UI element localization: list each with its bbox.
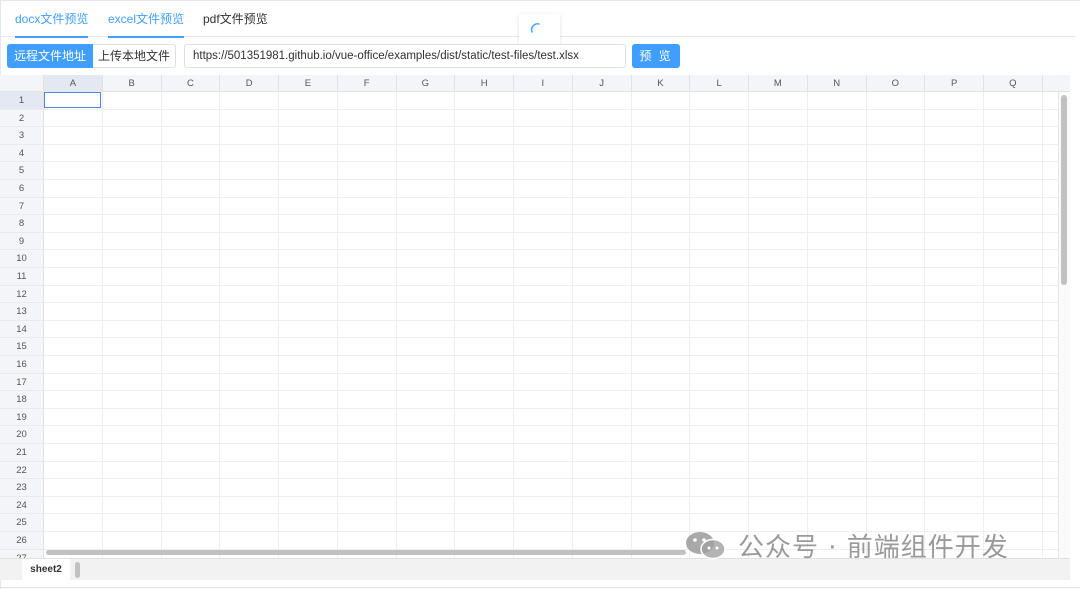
tab-pdf[interactable]: pdf文件预览	[203, 2, 268, 37]
row-header-27[interactable]: 27	[0, 550, 43, 558]
grid-row-line	[44, 231, 1058, 233]
row-header-24[interactable]: 24	[0, 497, 43, 515]
upload-local-button[interactable]: 上传本地文件	[93, 44, 176, 68]
row-header-10[interactable]: 10	[0, 250, 43, 268]
grid-row-line	[44, 372, 1058, 374]
row-header-22[interactable]: 22	[0, 462, 43, 480]
grid-row-line	[44, 513, 1058, 515]
row-header-14[interactable]: 14	[0, 321, 43, 339]
row-header-26[interactable]: 26	[0, 532, 43, 550]
grid-row-line	[44, 460, 1058, 462]
row-header-2[interactable]: 2	[0, 110, 43, 128]
row-header-20[interactable]: 20	[0, 426, 43, 444]
cell-grid[interactable]	[44, 92, 1058, 558]
column-header-f[interactable]: F	[338, 75, 397, 92]
tab-excel[interactable]: excel文件预览	[108, 2, 185, 38]
row-header-4[interactable]: 4	[0, 145, 43, 163]
select-all-corner[interactable]	[0, 75, 44, 92]
remote-url-button[interactable]: 远程文件地址	[7, 44, 93, 68]
grid-row-line	[44, 355, 1058, 356]
row-header-17[interactable]: 17	[0, 374, 43, 392]
column-header-l[interactable]: L	[690, 75, 749, 92]
row-header-23[interactable]: 23	[0, 479, 43, 497]
column-header-b[interactable]: B	[103, 75, 162, 92]
sheet-tab-sheet2[interactable]: sheet2	[22, 559, 70, 580]
row-header-21[interactable]: 21	[0, 444, 43, 462]
selected-cell[interactable]	[44, 92, 101, 108]
grid-row-line	[44, 161, 1058, 163]
wechat-icon	[686, 532, 726, 560]
preview-button[interactable]: 预 览	[632, 44, 680, 68]
column-header-e[interactable]: E	[279, 75, 338, 92]
grid-row-line	[44, 337, 1058, 339]
row-header-15[interactable]: 15	[0, 338, 43, 356]
column-header-q[interactable]: Q	[984, 75, 1043, 92]
loading-indicator	[519, 14, 560, 47]
column-header-c[interactable]: C	[162, 75, 221, 92]
spreadsheet[interactable]: ABCDEFGHIJKLMNOPQ 1 2 3 4 5 6 7 8 9 10 11 12 13 14 15 1…	[0, 75, 1070, 558]
grid-row-line	[44, 284, 1058, 286]
watermark: 公众号 · 前端组件开发	[684, 526, 1009, 564]
column-header-h[interactable]: H	[455, 75, 514, 92]
grid-row-line	[44, 143, 1058, 145]
sheet-tab-scroll-handle[interactable]	[75, 562, 80, 578]
row-header-bar: 1 2 3 4 5 6 7 8 9 10 11 12 13 14 15 16 17 18 19 20 21 22 23 24 2…	[0, 92, 44, 558]
row-header-19[interactable]: 19	[0, 409, 43, 427]
row-header-16[interactable]: 16	[0, 356, 43, 374]
grid-row-line	[44, 214, 1058, 216]
row-header-6[interactable]: 6	[0, 180, 43, 198]
column-header-o[interactable]: O	[867, 75, 926, 92]
vertical-scrollbar-thumb[interactable]	[1061, 95, 1067, 285]
row-header-5[interactable]: 5	[0, 162, 43, 180]
row-header-7[interactable]: 7	[0, 198, 43, 216]
horizontal-scrollbar-thumb[interactable]	[46, 550, 686, 555]
row-header-3[interactable]: 3	[0, 127, 43, 145]
row-header-11[interactable]: 11	[0, 268, 43, 286]
column-header-g[interactable]: G	[397, 75, 456, 92]
column-header-d[interactable]: D	[220, 75, 279, 92]
grid-row-line	[44, 407, 1058, 409]
grid-row-line	[44, 443, 1058, 444]
grid-row-line	[44, 478, 1058, 480]
watermark-text: 公众号 · 前端组件开发	[738, 532, 1009, 563]
row-header-18[interactable]: 18	[0, 391, 43, 409]
column-header-i[interactable]: I	[514, 75, 573, 92]
spinner-icon	[530, 23, 540, 33]
grid-row-line	[44, 126, 1058, 128]
tab-docx[interactable]: docx文件预览	[15, 2, 89, 38]
column-header-m[interactable]: M	[749, 75, 808, 92]
grid-row-line	[44, 249, 1058, 251]
column-header-p[interactable]: P	[925, 75, 984, 92]
column-header-a[interactable]: A	[44, 75, 103, 92]
row-header-9[interactable]: 9	[0, 233, 43, 251]
column-header-j[interactable]: J	[573, 75, 632, 92]
row-header-13[interactable]: 13	[0, 303, 43, 321]
grid-row-line	[44, 319, 1058, 321]
grid-row-line	[44, 390, 1058, 392]
file-url-input[interactable]	[184, 44, 626, 68]
grid-row-line	[44, 267, 1058, 268]
grid-row-line	[44, 425, 1058, 427]
grid-row-line	[44, 495, 1058, 497]
column-header-n[interactable]: N	[808, 75, 867, 92]
grid-row-line	[44, 196, 1058, 198]
row-header-25[interactable]: 25	[0, 514, 43, 532]
row-header-12[interactable]: 12	[0, 286, 43, 304]
grid-row-line	[44, 302, 1058, 304]
row-header-1[interactable]: 1	[0, 92, 43, 110]
grid-row-line	[44, 108, 1058, 110]
column-header-bar: ABCDEFGHIJKLMNOPQ	[44, 75, 1070, 92]
column-header-k[interactable]: K	[632, 75, 691, 92]
row-header-8[interactable]: 8	[0, 215, 43, 233]
bottom-divider	[0, 587, 1080, 588]
grid-row-line	[44, 179, 1058, 180]
